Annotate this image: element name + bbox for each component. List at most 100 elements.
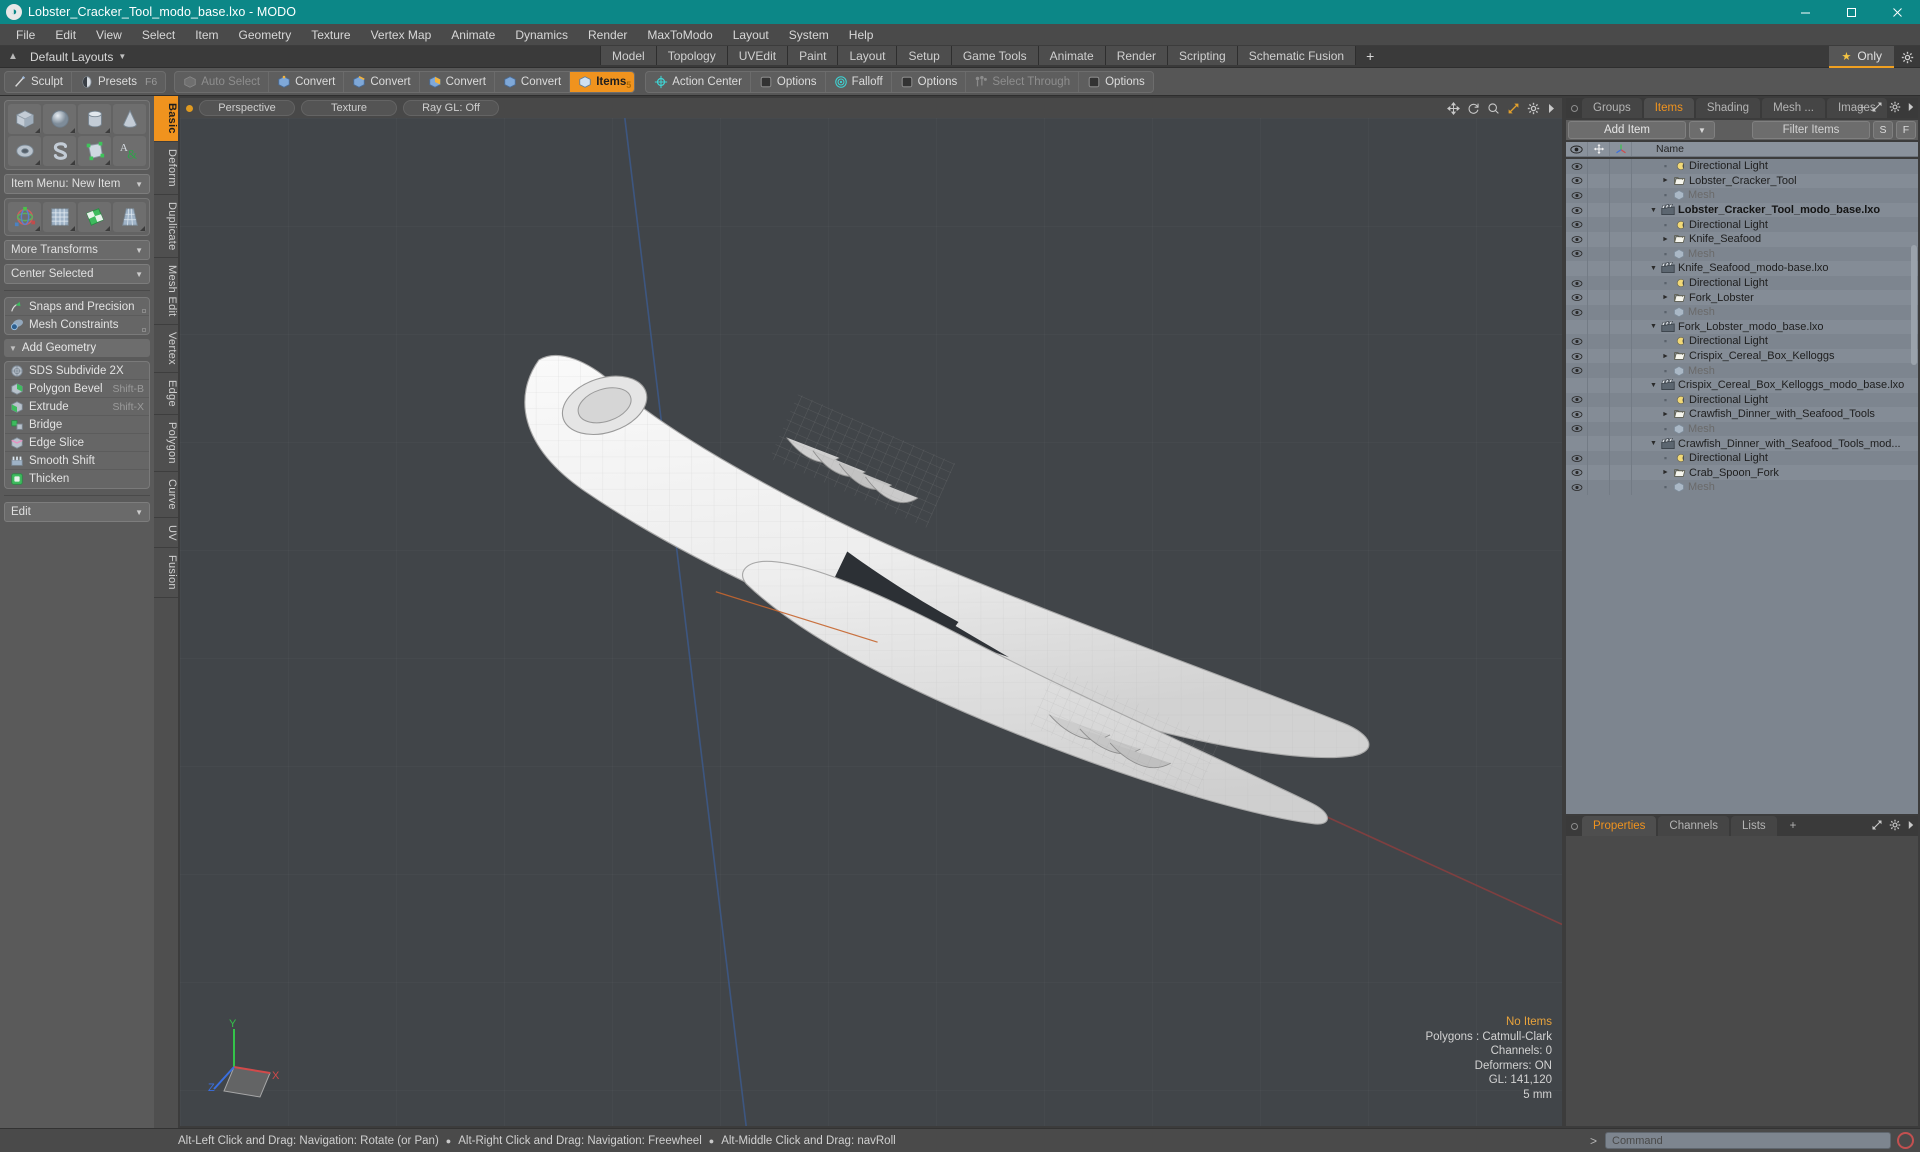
table-row[interactable]: ▪ Mesh: [1566, 246, 1918, 262]
falloff-options-button[interactable]: Options: [892, 71, 967, 92]
rail-tab-duplicate[interactable]: Duplicate: [154, 195, 178, 259]
table-row[interactable]: ▼ Fork_Lobster_modo_base.lxo: [1566, 319, 1918, 335]
thicken-button[interactable]: Thicken: [5, 470, 149, 488]
add-geometry-section-header[interactable]: ▼ Add Geometry: [4, 339, 150, 357]
lock-cell[interactable]: [1588, 275, 1610, 291]
tab-model[interactable]: Model: [600, 46, 657, 65]
lock-cell[interactable]: [1588, 319, 1610, 335]
axis-cell[interactable]: [1610, 304, 1632, 320]
tab-setup[interactable]: Setup: [897, 46, 952, 65]
visibility-eye-icon[interactable]: [1566, 202, 1588, 218]
gear-icon[interactable]: [1894, 46, 1920, 68]
panel-menu-icon[interactable]: [1566, 98, 1582, 118]
axis-cell[interactable]: [1610, 407, 1632, 422]
table-row[interactable]: ▼ Knife_Seafood_modo-base.lxo: [1566, 261, 1918, 276]
menu-layout[interactable]: Layout: [723, 25, 779, 45]
transform-gizmo-tool[interactable]: [8, 202, 41, 232]
lock-cell[interactable]: [1588, 334, 1610, 349]
spiral-primitive[interactable]: [43, 136, 76, 166]
axis-cell[interactable]: [1610, 217, 1632, 232]
chevron-right-icon[interactable]: ►: [1661, 294, 1670, 301]
edit-dropdown[interactable]: Edit ▼: [4, 502, 150, 522]
menu-render[interactable]: Render: [578, 25, 637, 45]
cone-primitive[interactable]: [113, 104, 146, 134]
items-scrollbar[interactable]: [1911, 245, 1917, 365]
axis-cell[interactable]: [1610, 188, 1632, 203]
lock-cell[interactable]: [1588, 480, 1610, 495]
raygl-toggle[interactable]: Ray GL: Off: [403, 100, 499, 116]
cube-primitive[interactable]: [8, 104, 41, 134]
filter-s-button[interactable]: S: [1873, 121, 1893, 139]
table-row[interactable]: ► Crispix_Cereal_Box_Kelloggs: [1566, 348, 1918, 364]
visibility-eye-icon[interactable]: [1566, 304, 1588, 320]
column-name-header[interactable]: Name: [1632, 142, 1918, 156]
add-properties-tab-button[interactable]: +: [1779, 816, 1808, 836]
rail-tab-polygon[interactable]: Polygon: [154, 415, 178, 472]
visibility-eye-icon[interactable]: [1566, 421, 1588, 437]
axis-cell[interactable]: [1610, 348, 1632, 364]
chevron-right-icon[interactable]: [1907, 102, 1915, 115]
menu-geometry[interactable]: Geometry: [229, 25, 302, 45]
axis-cell[interactable]: [1610, 261, 1632, 276]
filter-items-input[interactable]: Filter Items: [1752, 121, 1870, 139]
visibility-eye-icon[interactable]: [1566, 334, 1588, 349]
axis-cell[interactable]: [1610, 392, 1632, 408]
chevron-right-icon[interactable]: [1547, 103, 1556, 114]
lock-cell[interactable]: [1588, 465, 1610, 481]
table-row[interactable]: ▪ Mesh: [1566, 188, 1918, 203]
mesh-constraints-button[interactable]: Mesh Constraints: [5, 316, 149, 334]
tab-shading[interactable]: Shading: [1695, 98, 1761, 118]
tab-game-tools[interactable]: Game Tools: [951, 46, 1039, 65]
axis-cell[interactable]: [1610, 436, 1632, 451]
panel-menu-icon[interactable]: [1566, 816, 1582, 836]
table-row[interactable]: ▪ Mesh: [1566, 304, 1918, 320]
tab-properties[interactable]: Properties: [1582, 816, 1657, 836]
visibility-eye-icon[interactable]: [1566, 217, 1588, 232]
axis-cell[interactable]: [1610, 231, 1632, 247]
table-row[interactable]: ▼ Crawfish_Dinner_with_Seafood_Tools_mod.…: [1566, 436, 1918, 451]
visibility-eye-icon[interactable]: [1566, 246, 1588, 262]
lock-cell[interactable]: [1588, 217, 1610, 232]
lock-cell[interactable]: [1588, 363, 1610, 378]
table-row[interactable]: ▪ Directional Light: [1566, 392, 1918, 408]
add-tab-button[interactable]: +: [1859, 102, 1865, 114]
convert-edge-button[interactable]: Convert: [344, 71, 420, 92]
chevron-down-icon[interactable]: ▼: [1649, 265, 1658, 272]
action-center-options-button[interactable]: Options: [751, 71, 826, 92]
menu-vertex-map[interactable]: Vertex Map: [361, 25, 442, 45]
menu-maxtomodo[interactable]: MaxToModo: [637, 25, 722, 45]
rail-tab-basic[interactable]: Basic: [154, 96, 178, 142]
table-row[interactable]: ▪ Directional Light: [1566, 217, 1918, 232]
collapse-up-icon[interactable]: ▲: [4, 51, 22, 62]
gear-icon[interactable]: [1889, 819, 1901, 834]
cylinder-primitive[interactable]: [78, 104, 111, 134]
lock-cell[interactable]: [1588, 348, 1610, 364]
column-axis-icon[interactable]: [1610, 142, 1632, 156]
add-item-button[interactable]: Add Item: [1568, 121, 1686, 139]
view-mode-dropdown[interactable]: Perspective: [199, 100, 295, 116]
table-row[interactable]: ► Lobster_Cracker_Tool: [1566, 173, 1918, 189]
menu-view[interactable]: View: [86, 25, 132, 45]
axis-cell[interactable]: [1610, 377, 1632, 393]
rail-tab-uv[interactable]: UV: [154, 518, 178, 549]
table-row[interactable]: ▪ Mesh: [1566, 480, 1918, 495]
sphere-primitive[interactable]: [43, 104, 76, 134]
tab-channels[interactable]: Channels: [1658, 816, 1730, 836]
tab-lists[interactable]: Lists: [1731, 816, 1777, 836]
menu-animate[interactable]: Animate: [441, 25, 505, 45]
chevron-down-icon[interactable]: ▼: [1649, 207, 1658, 214]
visibility-eye-icon[interactable]: [1566, 450, 1588, 466]
table-row[interactable]: ► Knife_Seafood: [1566, 231, 1918, 247]
tab-scripting[interactable]: Scripting: [1168, 46, 1238, 65]
lock-cell[interactable]: [1588, 290, 1610, 305]
tab-uvedit[interactable]: UVEdit: [727, 46, 789, 65]
visibility-eye-icon[interactable]: [1566, 188, 1588, 203]
lock-cell[interactable]: [1588, 407, 1610, 422]
menu-system[interactable]: System: [779, 25, 839, 45]
sds-subdivide-button[interactable]: SDS Subdivide 2X: [5, 362, 149, 380]
zoom-magnifier-icon[interactable]: [1487, 102, 1500, 115]
table-row[interactable]: ▪ Directional Light: [1566, 159, 1918, 174]
move-icon[interactable]: [1447, 101, 1460, 115]
rail-tab-curve[interactable]: Curve: [154, 472, 178, 518]
auto-select-button[interactable]: Auto Select: [175, 71, 270, 92]
